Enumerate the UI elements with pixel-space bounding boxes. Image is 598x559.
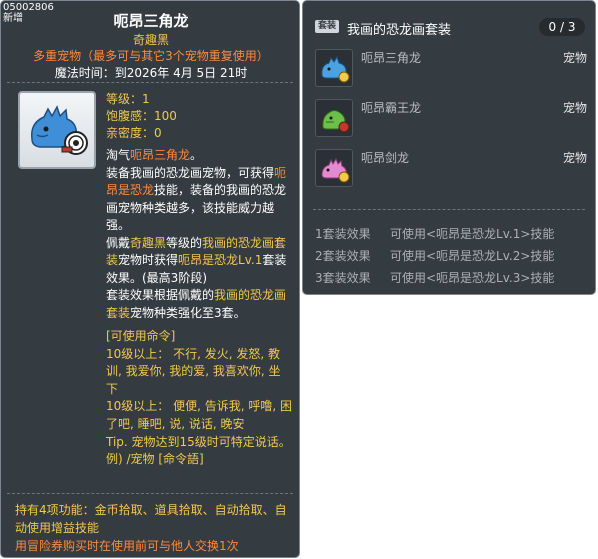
desc-text: 宠物时获得 bbox=[118, 253, 179, 267]
set-effect-value: 可使用<呃昂是恐龙Lv.3>技能 bbox=[390, 271, 555, 285]
set-count: 0 / 3 bbox=[539, 18, 585, 36]
blue-triceratops-icon bbox=[31, 105, 88, 155]
set-effect-value: 可使用<呃昂是恐龙Lv.2>技能 bbox=[390, 249, 555, 263]
set-item-image bbox=[315, 49, 353, 87]
green-trex-icon bbox=[322, 110, 350, 133]
desc-highlight: 呃昂是恐龙Lv.1 bbox=[178, 253, 263, 267]
set-effect-value: 可使用<呃昂是恐龙Lv.1>技能 bbox=[390, 227, 555, 241]
set-item-type: 宠物 bbox=[562, 51, 587, 65]
blue-triceratops-icon bbox=[321, 55, 350, 83]
set-effect-key: 1套装效果 bbox=[315, 227, 371, 241]
set-item-image bbox=[315, 99, 353, 137]
expire-time: 魔法时间：到2026年 4月 5日 21时 bbox=[54, 66, 248, 80]
desc-text: 装备我画的恐龙画宠物，可获得 bbox=[106, 165, 275, 180]
set-item: 呃昂三角龙 宠物 bbox=[315, 49, 587, 89]
trade-warning: 用冒险券购买时在使用前可与他人交换1次 bbox=[15, 539, 239, 553]
stat-fullness: 饱腹感：100 bbox=[106, 109, 177, 123]
item-title: 呃昂三角龙 bbox=[113, 12, 189, 30]
stat-level: 等级：1 bbox=[106, 92, 150, 106]
stat-closeness: 亲密度：0 bbox=[106, 126, 162, 140]
pet-commands: [可使用命令] 10级以上： 不行, 发火, 发怒, 教训, 我爱你, 我的爱,… bbox=[106, 328, 292, 469]
set-effect-key: 2套装效果 bbox=[315, 249, 371, 263]
pet-features: 持有4项功能：金币拾取、道具拾取、自动拾取、自动使用增益技能 bbox=[15, 503, 287, 535]
item-tooltip: 05002806 新增 呃昂三角龙 奇趣黑 多重宠物（最多可与其它3个宠物重复使… bbox=[0, 0, 300, 558]
divider bbox=[313, 209, 585, 210]
desc-highlight: 呃昂三角龙 bbox=[130, 148, 191, 162]
set-tag: 套装 bbox=[315, 20, 339, 33]
pet-image bbox=[18, 91, 96, 169]
desc-text: 佩戴 bbox=[106, 235, 131, 250]
set-panel: 套装 我画的恐龙画套装 0 / 3 呃昂三角龙 宠物 呃昂霸王龙 宠物 呃昂剑龙… bbox=[302, 0, 596, 295]
desc-text: 。 bbox=[190, 148, 203, 162]
set-item-name: 呃昂剑龙 bbox=[361, 151, 410, 165]
desc-text: 宠物种类强化至3套。 bbox=[130, 305, 246, 320]
item-description: 淘气呃昂三角龙。 装备我画的恐龙画宠物，可获得呃昂是恐龙技能，装备的我画的恐龙画… bbox=[106, 147, 291, 322]
item-quality: 奇趣黑 bbox=[132, 33, 169, 47]
divider bbox=[7, 82, 293, 83]
desc-text: 套装效果根据佩戴的 bbox=[106, 288, 215, 302]
set-item-image bbox=[315, 149, 353, 187]
desc-highlight: 奇趣黑 bbox=[130, 235, 167, 250]
desc-text: 等级的 bbox=[166, 235, 203, 250]
pet-stats: 等级：1 饱腹感：100 亲密度：0 bbox=[106, 91, 177, 142]
desc-text: 淘气 bbox=[106, 148, 131, 162]
commands-text: [可使用命令] 10级以上： 不行, 发火, 发怒, 教训, 我爱你, 我的爱,… bbox=[106, 329, 292, 467]
pink-stegosaurus-icon bbox=[321, 157, 350, 183]
set-item-type: 宠物 bbox=[562, 151, 587, 165]
multi-pet-note: 多重宠物（最多可与其它3个宠物重复使用） bbox=[33, 49, 269, 63]
set-name: 我画的恐龙画套装 bbox=[347, 23, 452, 38]
set-effect-key: 3套装效果 bbox=[315, 271, 371, 285]
divider bbox=[7, 493, 293, 494]
set-item: 呃昂霸王龙 宠物 bbox=[315, 99, 587, 139]
set-item-name: 呃昂三角龙 bbox=[361, 51, 422, 65]
set-item-type: 宠物 bbox=[562, 101, 587, 115]
set-item-name: 呃昂霸王龙 bbox=[361, 101, 422, 115]
set-item: 呃昂剑龙 宠物 bbox=[315, 149, 587, 189]
